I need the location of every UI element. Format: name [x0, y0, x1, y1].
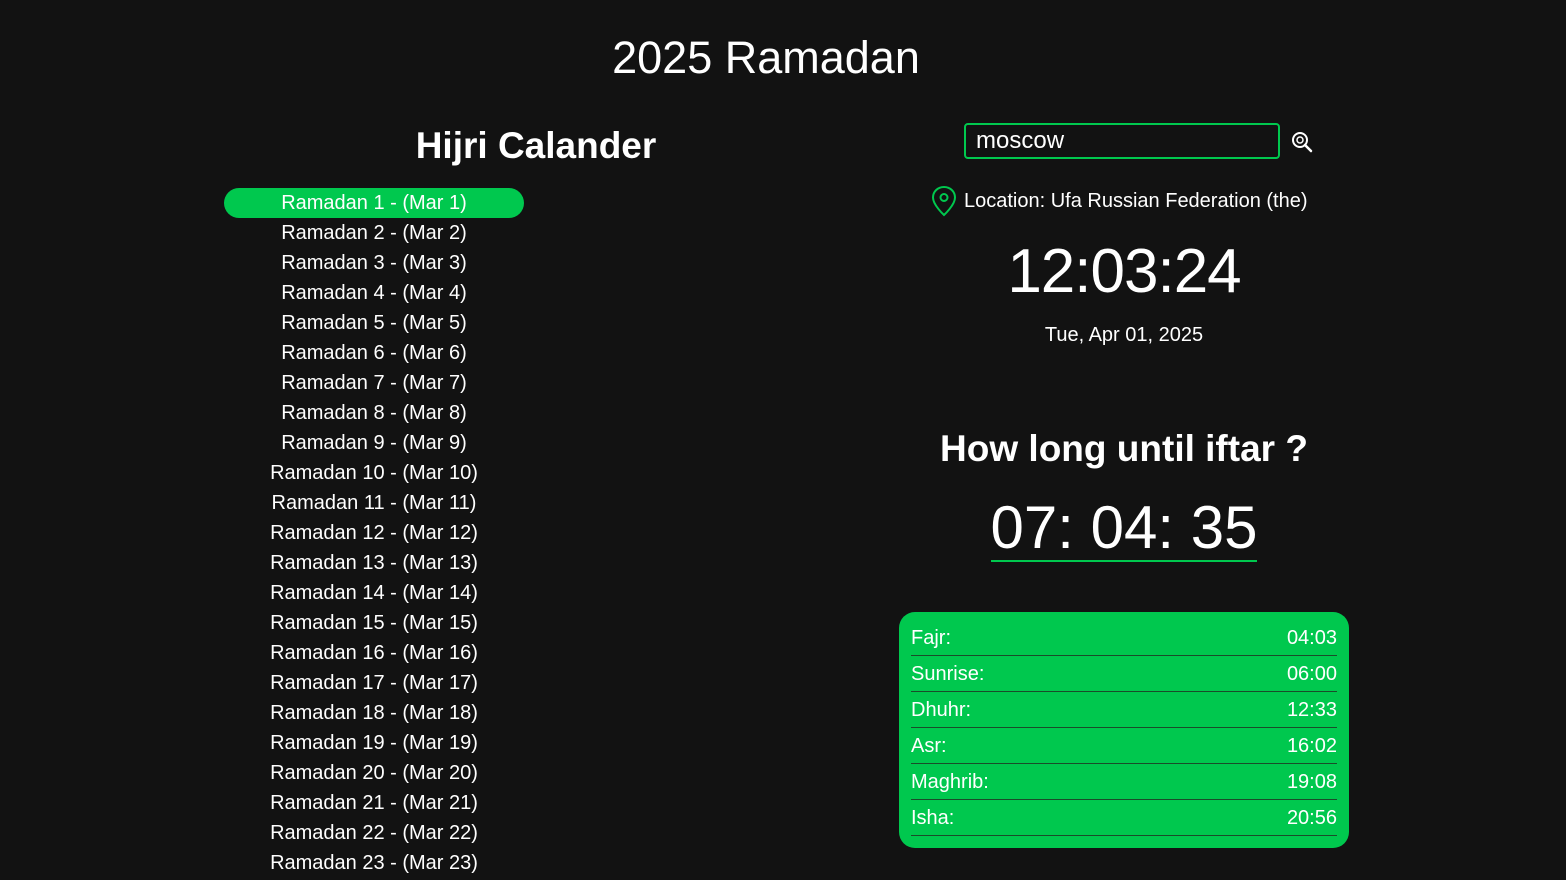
current-time: 12:03:24 — [1007, 237, 1241, 306]
iftar-countdown: 07: 04: 35 — [990, 494, 1258, 562]
calendar-day-item[interactable]: Ramadan 9 - (Mar 9) — [224, 428, 524, 458]
calendar-day-item[interactable]: Ramadan 3 - (Mar 3) — [224, 248, 524, 278]
calendar-day-item[interactable]: Ramadan 11 - (Mar 11) — [224, 488, 524, 518]
prayer-name: Dhuhr: — [911, 699, 972, 721]
prayer-name: Isha: — [911, 807, 955, 829]
calendar-day-item[interactable]: Ramadan 18 - (Mar 18) — [224, 698, 524, 728]
calendar-day-item[interactable]: Ramadan 10 - (Mar 10) — [224, 458, 524, 488]
prayer-row: Maghrib: 19:08 — [911, 764, 1337, 800]
calendar-day-item[interactable]: Ramadan 4 - (Mar 4) — [224, 278, 524, 308]
prayer-row: Fajr: 04:03 — [911, 620, 1337, 656]
prayer-time: 06:00 — [1286, 663, 1337, 685]
prayer-time: 16:02 — [1286, 735, 1337, 757]
prayer-times-card: Fajr: 04:03 Sunrise: 06:00 Dhuhr: 12:33 Asr: 16… — [899, 612, 1349, 848]
calendar-day-item[interactable]: Ramadan 14 - (Mar 14) — [224, 578, 524, 608]
prayer-time: 12:33 — [1286, 699, 1337, 721]
calendar-day-item[interactable]: Ramadan 17 - (Mar 17) — [224, 668, 524, 698]
calendar-day-item[interactable]: Ramadan 20 - (Mar 20) — [224, 758, 524, 788]
calendar-day-item[interactable]: Ramadan 15 - (Mar 15) — [224, 608, 524, 638]
calendar-title: Hijri Calander — [415, 125, 657, 166]
calendar-day-item[interactable]: Ramadan 16 - (Mar 16) — [224, 638, 524, 668]
prayer-row: Asr: 16:02 — [911, 728, 1337, 764]
prayer-name: Asr: — [911, 735, 947, 757]
prayer-time: 04:03 — [1286, 627, 1337, 649]
location-label: Location: Ufa Russian Federation (the) — [964, 189, 1308, 212]
map-pin-icon — [931, 185, 957, 217]
iftar-heading: How long until iftar ? — [940, 428, 1308, 469]
iftar-countdown-wrap: 07: 04: 35 — [900, 496, 1348, 562]
calendar-day-item[interactable]: Ramadan 21 - (Mar 21) — [224, 788, 524, 818]
calendar-day-item[interactable]: Ramadan 12 - (Mar 12) — [224, 518, 524, 548]
prayer-time: 20:56 — [1286, 807, 1337, 829]
calendar-day-item[interactable]: Ramadan 13 - (Mar 13) — [224, 548, 524, 578]
page-title: 2025 Ramadan — [612, 32, 920, 83]
calendar-day-item[interactable]: Ramadan 1 - (Mar 1) — [224, 188, 524, 218]
current-date: Tue, Apr 01, 2025 — [1044, 324, 1204, 346]
prayer-time: 19:08 — [1286, 771, 1337, 793]
page: 2025 Ramadan Hijri Calander Ramadan 1 - … — [0, 0, 1566, 880]
search-input[interactable] — [964, 123, 1280, 159]
calendar-day-item[interactable]: Ramadan 22 - (Mar 22) — [224, 818, 524, 848]
calendar-day-list: Ramadan 1 - (Mar 1) Ramadan 2 - (Mar 2) Ra… — [224, 188, 524, 878]
location-row: Location: Ufa Russian Federation (the) — [930, 184, 1308, 218]
prayer-name: Fajr: — [911, 627, 951, 649]
calendar-day-item[interactable]: Ramadan 6 - (Mar 6) — [224, 338, 524, 368]
calendar-day-item[interactable]: Ramadan 5 - (Mar 5) — [224, 308, 524, 338]
prayer-row: Sunrise: 06:00 — [911, 656, 1337, 692]
prayer-name: Sunrise: — [911, 663, 985, 685]
prayer-row: Dhuhr: 12:33 — [911, 692, 1337, 728]
calendar-day-item[interactable]: Ramadan 19 - (Mar 19) — [224, 728, 524, 758]
calendar-day-item[interactable]: Ramadan 8 - (Mar 8) — [224, 398, 524, 428]
calendar-day-item[interactable]: Ramadan 23 - (Mar 23) — [224, 848, 524, 878]
prayer-name: Maghrib: — [911, 771, 989, 793]
calendar-day-item[interactable]: Ramadan 2 - (Mar 2) — [224, 218, 524, 248]
prayer-row: Isha: 20:56 — [911, 800, 1337, 836]
calendar-day-item[interactable]: Ramadan 7 - (Mar 7) — [224, 368, 524, 398]
search-icon[interactable] — [1290, 130, 1314, 154]
